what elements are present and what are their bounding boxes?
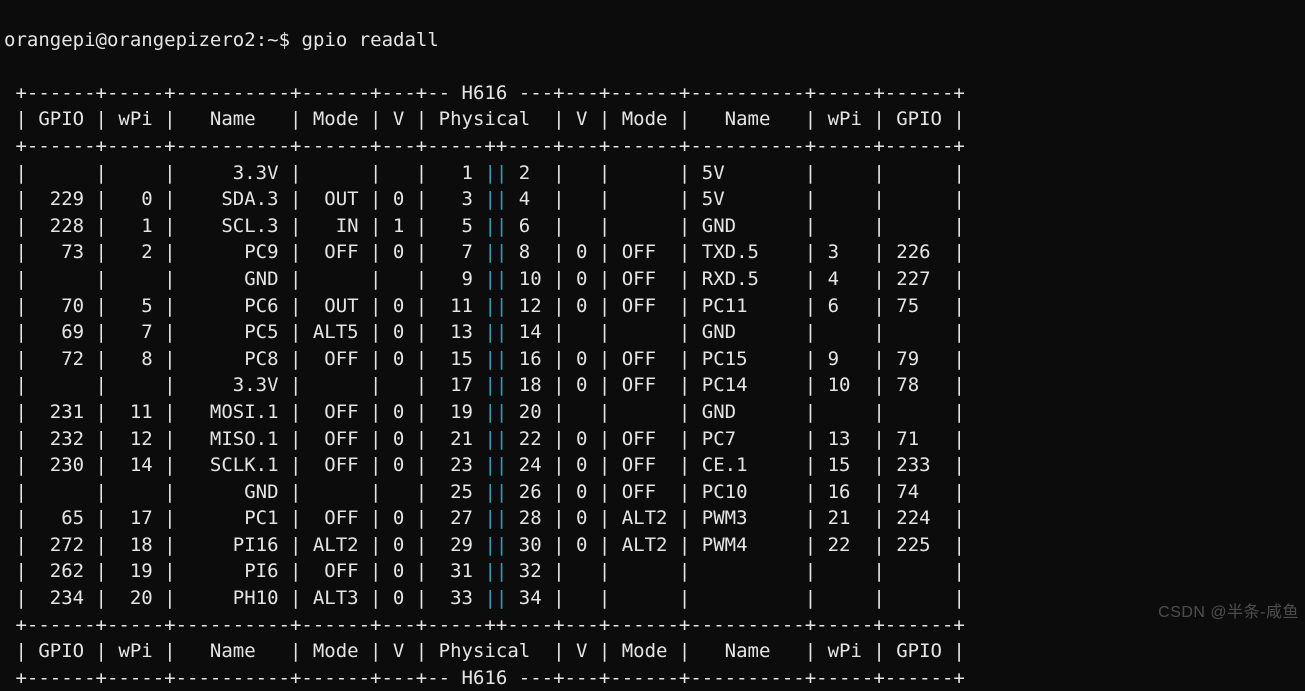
watermark: CSDN @半条-咸鱼 [1158, 602, 1299, 624]
prompt-host: orangepizero2 [107, 29, 256, 51]
prompt-path: ~ [267, 29, 278, 51]
shell-prompt: orangepi@orangepizero2:~$ gpio readall [4, 29, 439, 51]
gpio-readall-output: +------+-----+----------+------+---+-- H… [4, 82, 965, 689]
command-input[interactable]: gpio readall [302, 29, 439, 51]
prompt-user: orangepi [4, 29, 96, 51]
prompt-symbol: $ [279, 29, 290, 51]
terminal-window: orangepi@orangepizero2:~$ gpio readall +… [0, 0, 1305, 626]
